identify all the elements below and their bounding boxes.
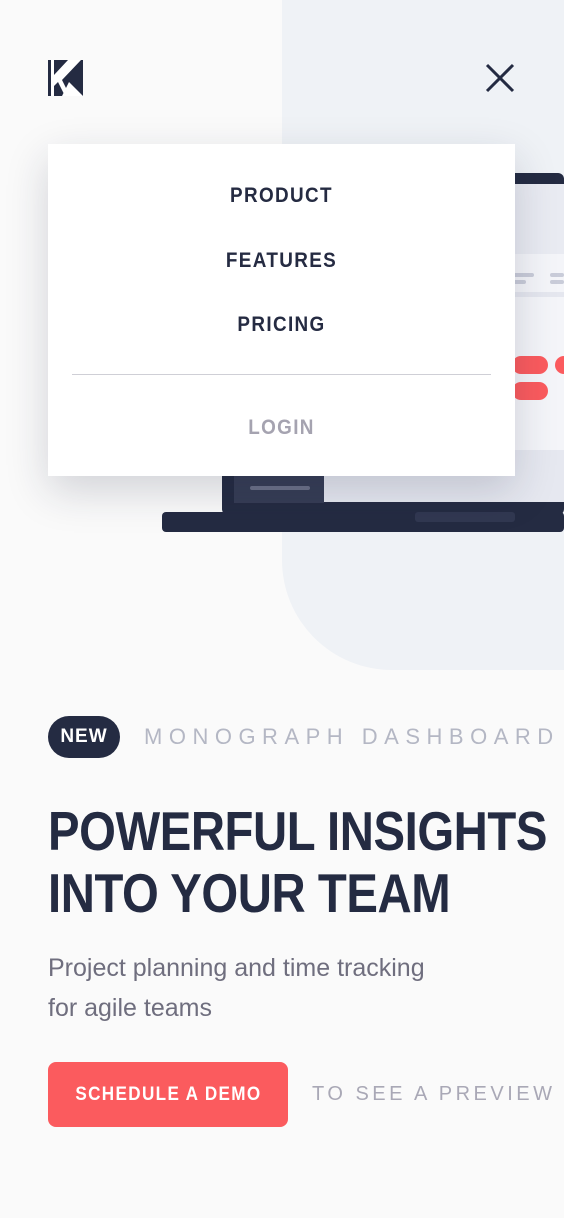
hero-subtitle-line-2: for agile teams (48, 994, 212, 1022)
hero-headline-line-2: INTO YOUR TEAM (48, 862, 451, 924)
schedule-demo-label: SCHEDULE A DEMO (74, 1083, 262, 1105)
hero-subtitle: Project planning and time tracking for a… (48, 948, 488, 1028)
close-icon[interactable] (482, 60, 518, 96)
menu-item-pricing[interactable]: PRICING (71, 313, 491, 337)
new-badge: NEW (48, 716, 120, 758)
hero-headline-line-1: POWERFUL INSIGHTS (48, 800, 548, 862)
menu-item-login[interactable]: LOGIN (71, 416, 491, 440)
product-label: MONOGRAPH DASHBOARD (144, 724, 560, 749)
mobile-menu: PRODUCT FEATURES PRICING LOGIN (48, 144, 515, 476)
menu-divider (72, 374, 491, 375)
see-preview-link[interactable]: TO SEE A PREVIEW (312, 1083, 555, 1106)
hero-badge-row: NEW MONOGRAPH DASHBOARD (48, 716, 560, 758)
menu-item-features[interactable]: FEATURES (71, 249, 491, 273)
logo-icon[interactable] (48, 60, 83, 96)
hero-headline: POWERFUL INSIGHTS INTO YOUR TEAM (48, 800, 548, 924)
schedule-demo-button[interactable]: SCHEDULE A DEMO (48, 1062, 288, 1127)
cta-row: SCHEDULE A DEMO TO SEE A PREVIEW (48, 1062, 555, 1127)
menu-item-product[interactable]: PRODUCT (71, 184, 491, 208)
hero-subtitle-line-1: Project planning and time tracking (48, 954, 425, 982)
